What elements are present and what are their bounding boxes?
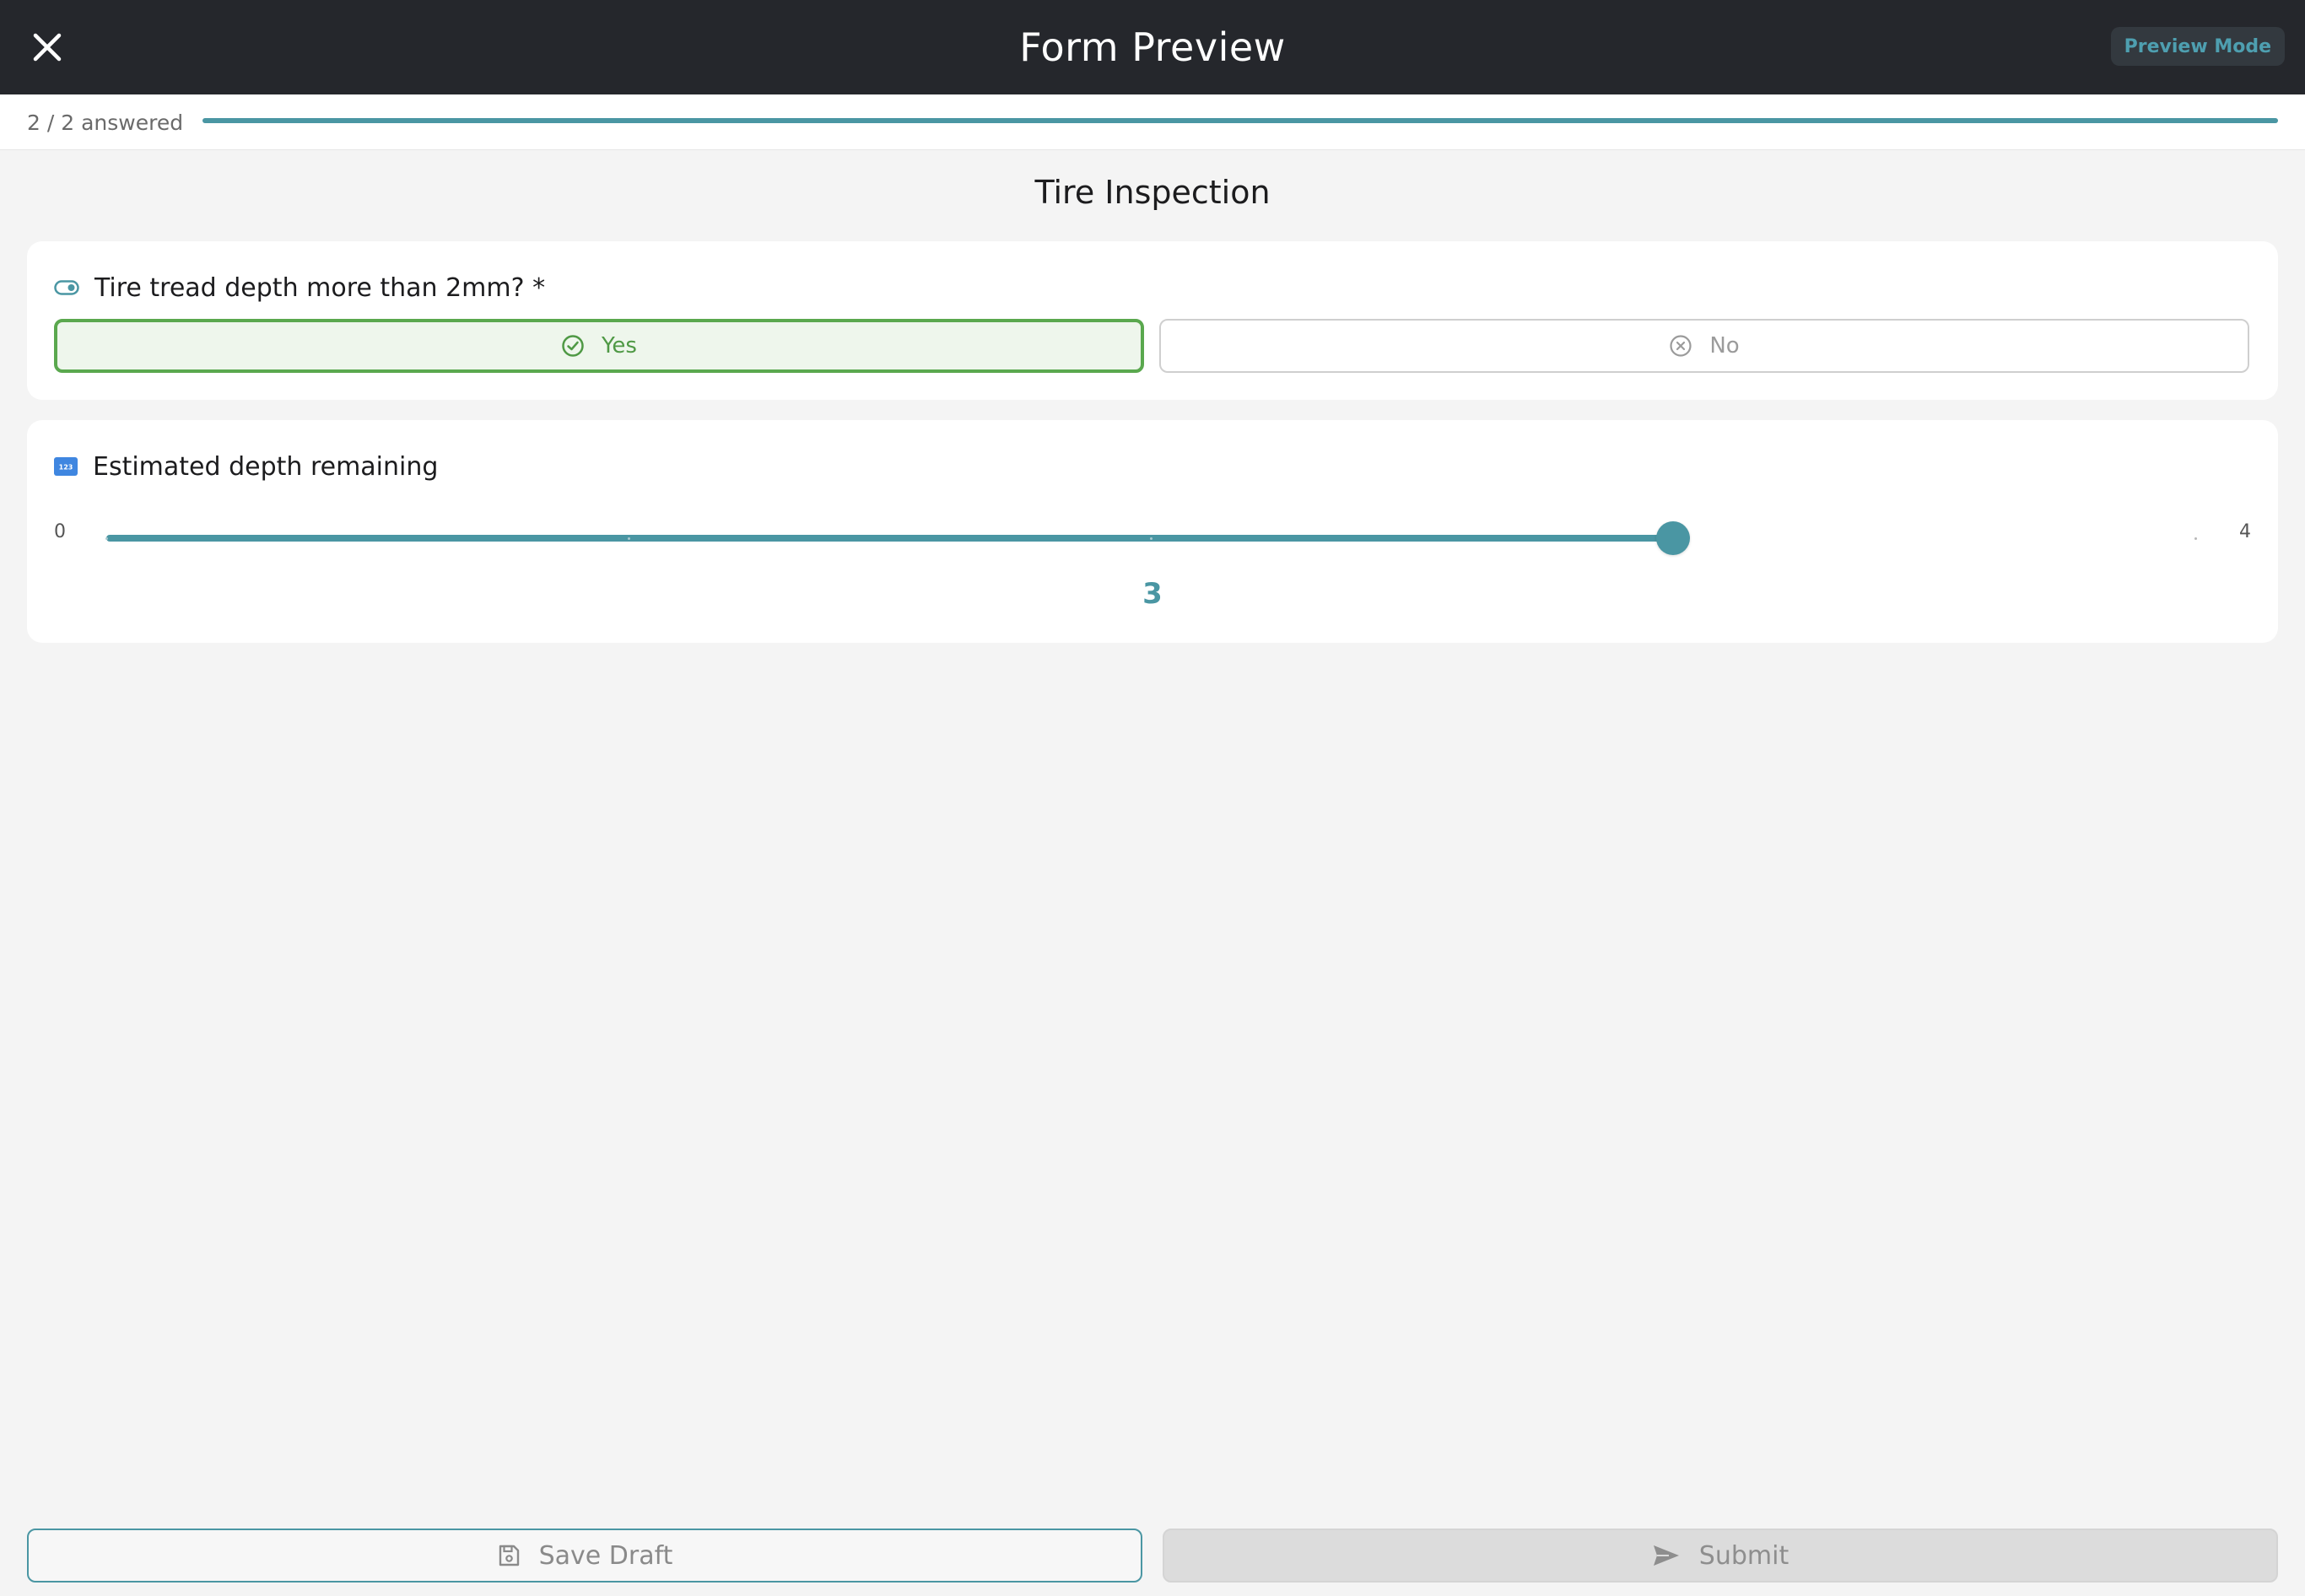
- progress-bar-fill: [202, 118, 2278, 123]
- save-draft-label: Save Draft: [538, 1540, 673, 1571]
- depth-slider[interactable]: [105, 521, 2197, 555]
- toggle-icon: [54, 280, 79, 295]
- send-icon: [1653, 1545, 1679, 1566]
- question-header: Tire tread depth more than 2mm? *: [54, 267, 545, 309]
- top-bar: Form Preview Preview Mode: [0, 0, 2305, 94]
- question-card-tread-depth: Tire tread depth more than 2mm? * Yes No: [27, 241, 2278, 400]
- submit-button[interactable]: Submit: [1163, 1529, 2278, 1583]
- question-label: Estimated depth remaining: [93, 451, 439, 482]
- slider-tick: [2194, 537, 2197, 540]
- yes-option-label: Yes: [602, 333, 637, 359]
- slider-min-label: 0: [54, 521, 66, 542]
- slider-value: 3: [1142, 577, 1163, 611]
- slider-max-label: 4: [2239, 521, 2251, 542]
- question-header: 123 Estimated depth remaining: [54, 445, 438, 488]
- progress-text: 2 / 2 answered: [27, 110, 184, 135]
- slider-thumb[interactable]: [1656, 521, 1690, 555]
- question-label: Tire tread depth more than 2mm? *: [94, 272, 546, 303]
- slider-tick: [1150, 537, 1152, 540]
- check-circle-icon: [562, 335, 584, 357]
- no-option-label: No: [1709, 333, 1740, 359]
- preview-mode-badge: Preview Mode: [2110, 27, 2285, 66]
- yes-option-button[interactable]: Yes: [54, 319, 1144, 373]
- question-card-depth-remaining: 123 Estimated depth remaining 0 4 3: [27, 420, 2278, 643]
- slider-tick: [105, 537, 108, 540]
- number-icon: 123: [54, 457, 78, 476]
- svg-text:123: 123: [59, 464, 73, 472]
- slider-tick: [628, 537, 630, 540]
- page-title: Form Preview: [1019, 24, 1286, 70]
- submit-label: Submit: [1698, 1540, 1789, 1571]
- slider-fill: [106, 535, 1673, 542]
- save-icon: [499, 1545, 519, 1566]
- no-option-button[interactable]: No: [1159, 319, 2249, 373]
- x-circle-icon: [1670, 335, 1692, 357]
- form-preview-page: Form Preview Preview Mode 2 / 2 answered…: [0, 0, 2305, 1596]
- form-title: Tire Inspection: [1034, 174, 1271, 211]
- progress-bar: [202, 118, 2278, 123]
- save-draft-button[interactable]: Save Draft: [27, 1529, 1142, 1583]
